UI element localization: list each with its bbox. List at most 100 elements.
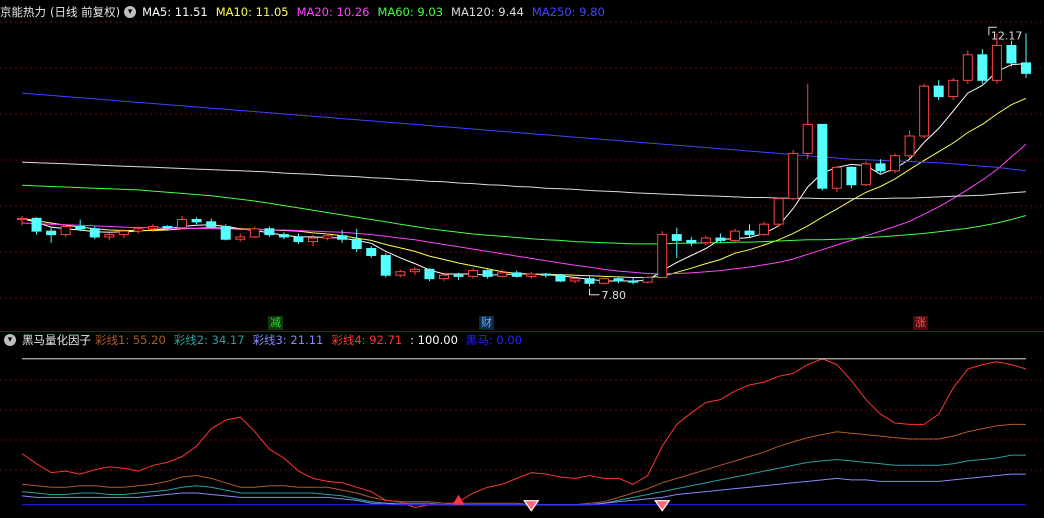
sell-signal-gem	[654, 500, 671, 512]
candle-up	[919, 85, 930, 137]
marker-finance[interactable]: 财	[479, 316, 494, 330]
candle-down	[351, 238, 362, 250]
ma5-label: MA5: 11.51	[142, 5, 208, 19]
baseline-label: : 100.00	[410, 333, 458, 347]
candle-down	[293, 236, 304, 243]
color-line-1-label: 彩线1: 55.20	[95, 333, 166, 347]
chart-canvas[interactable]: 7.80 12.17	[0, 0, 1044, 518]
chevron-down-icon[interactable]: ▾	[124, 6, 137, 18]
candle-down	[206, 221, 217, 227]
ma-line-MA5	[21, 63, 1027, 282]
candle-down	[817, 123, 828, 189]
candle-up	[773, 198, 784, 225]
candle-down	[89, 228, 100, 238]
candle-up	[788, 152, 799, 200]
chevron-down-icon[interactable]: ▾	[4, 334, 16, 346]
candle-up	[831, 166, 842, 189]
candle-down	[162, 225, 173, 229]
color-line-4-label: 彩线4: 92.71	[331, 333, 403, 347]
ma120-label: MA120: 9.44	[451, 5, 524, 19]
candle-up	[569, 278, 580, 282]
candle-up	[729, 230, 740, 241]
candle-up	[468, 270, 479, 277]
candle-down	[511, 272, 522, 277]
ma-line-MA10	[21, 97, 1027, 278]
candle-down	[933, 85, 944, 98]
marker-rise[interactable]: 涨	[913, 316, 928, 330]
candle-down	[584, 278, 595, 284]
indicator-title[interactable]: 黑马量化因子	[22, 332, 91, 348]
candle-down	[977, 54, 988, 81]
ma20-label: MA20: 10.26	[296, 5, 370, 19]
low-price-pointer	[589, 288, 600, 296]
candle-down	[337, 235, 348, 240]
candle-up	[526, 273, 537, 277]
ma-line-MA60	[21, 184, 1027, 245]
candle-down	[628, 280, 639, 283]
color-line-2-label: 彩线2: 34.17	[173, 333, 245, 347]
candle-down	[191, 219, 202, 223]
black-horse-label: 黑马: 0.00	[465, 333, 523, 347]
candle-down	[31, 217, 42, 232]
candle-down	[75, 225, 86, 230]
candle-up	[948, 79, 959, 98]
candle-up	[17, 217, 27, 221]
candle-down	[424, 268, 435, 280]
candle-up	[147, 225, 158, 230]
candle-down	[1006, 45, 1017, 64]
period-label[interactable]: (日线 前复权)	[50, 4, 120, 20]
candle-down	[366, 248, 377, 256]
candle-down	[540, 273, 551, 276]
candle-up	[438, 274, 449, 280]
candle-up	[802, 123, 813, 154]
candle-down	[46, 230, 57, 236]
candle-up	[860, 163, 871, 186]
candle-up	[133, 228, 144, 232]
candle-down	[846, 166, 857, 186]
candle-up	[904, 135, 915, 157]
indicator-line-彩线4	[21, 358, 1027, 509]
candle-down	[686, 239, 697, 244]
candle-down	[1021, 62, 1031, 74]
ma10-label: MA10: 11.05	[215, 5, 289, 19]
candle-down	[671, 234, 682, 241]
high-price-label: 12.17	[991, 29, 1023, 42]
candle-down	[555, 274, 566, 282]
candle-up	[657, 234, 668, 279]
candle-down	[380, 254, 391, 276]
ma-line-MA20	[21, 143, 1027, 275]
candle-up	[308, 237, 319, 243]
candle-up	[642, 277, 653, 283]
candle-down	[264, 228, 275, 236]
candle-up	[962, 54, 973, 81]
candle-up	[497, 272, 508, 277]
candle-down	[453, 274, 464, 277]
low-price-label: 7.80	[601, 289, 626, 302]
candle-down	[744, 230, 755, 236]
candle-up	[104, 234, 115, 238]
stock-title[interactable]: 京能热力	[0, 4, 46, 20]
candle-up	[890, 155, 901, 172]
ma60-label: MA60: 9.03	[377, 5, 444, 19]
candle-down	[482, 270, 493, 277]
candle-up	[322, 235, 333, 239]
candle-up	[118, 230, 129, 236]
ma250-label: MA250: 9.80	[531, 5, 605, 19]
candle-up	[235, 236, 246, 240]
indicator-line-彩线1	[21, 423, 1026, 506]
candle-up	[249, 228, 260, 238]
candle-up	[177, 219, 188, 229]
sell-signal-gem	[523, 500, 540, 512]
candle-up	[599, 278, 610, 284]
candle-up	[60, 225, 71, 236]
candle-up	[395, 271, 406, 276]
marker-reduce[interactable]: 减	[268, 316, 283, 330]
candle-up	[700, 237, 711, 244]
main-legend: 京能热力 (日线 前复权) ▾ MA5: 11.51 MA10: 11.05 M…	[0, 3, 613, 21]
color-line-3-label: 彩线3: 21.11	[252, 333, 324, 347]
candle-up	[759, 223, 770, 236]
candle-up	[991, 45, 1002, 81]
indicator-legend: ▾ 黑马量化因子 彩线1: 55.20 彩线2: 34.17 彩线3: 21.1…	[0, 331, 530, 349]
candle-up	[409, 268, 420, 273]
ma-line-MA250	[21, 92, 1027, 172]
